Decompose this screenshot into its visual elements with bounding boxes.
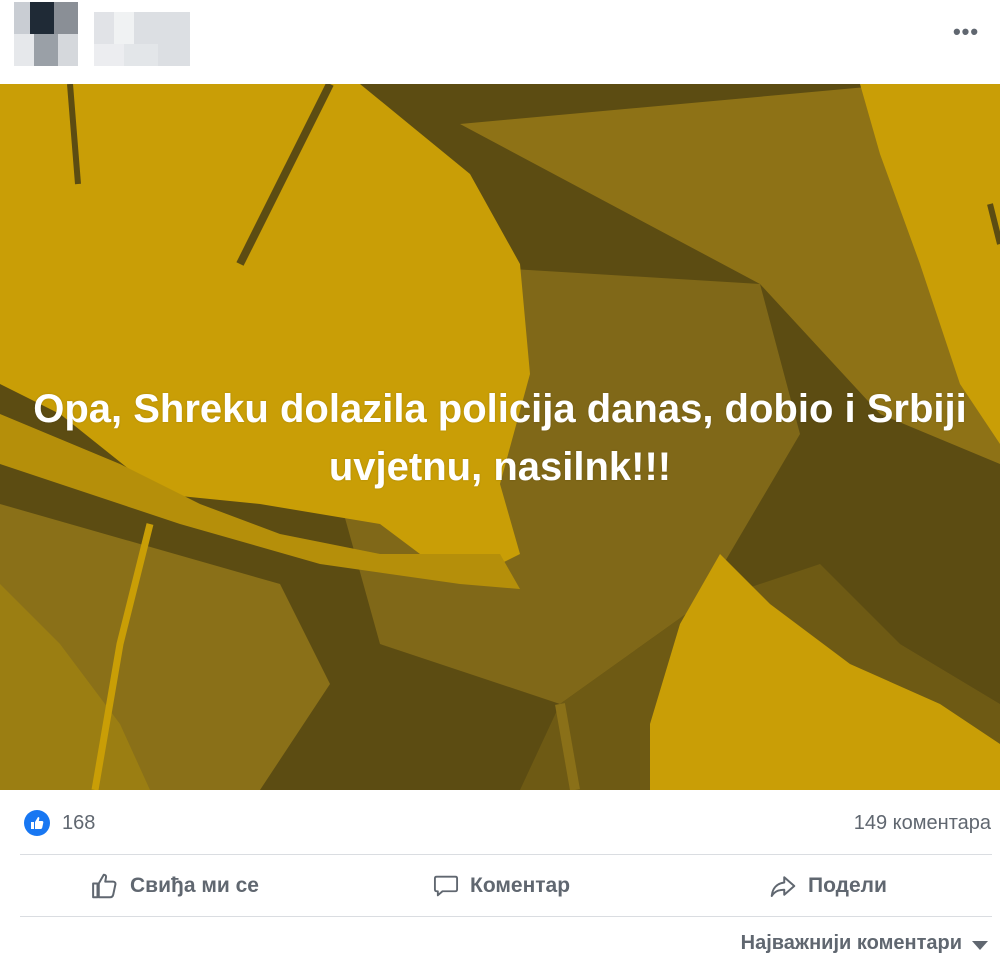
caret-down-icon <box>972 940 988 950</box>
share-arrow-icon <box>770 876 796 897</box>
share-button-label: Подели <box>808 874 887 897</box>
like-button[interactable]: Свиђа ми се <box>90 868 259 904</box>
divider <box>20 854 992 855</box>
post-text: Opa, Shreku dolazila policija danas, dob… <box>33 387 967 489</box>
comments-sort-dropdown[interactable]: Најважнији коментари <box>741 932 988 955</box>
author-avatar[interactable] <box>14 2 78 66</box>
thumbs-up-outline-icon <box>92 873 117 899</box>
comment-bubble-icon <box>433 875 459 897</box>
post-header: ••• <box>0 0 1000 84</box>
share-button[interactable]: Подели <box>768 868 887 904</box>
reactions-bar: 168 149 коментара <box>0 790 1000 854</box>
post-background-image[interactable]: Opa, Shreku dolazila policija danas, dob… <box>0 84 1000 790</box>
post-actions: Свиђа ми се Коментар Подели <box>0 856 1000 916</box>
like-button-label: Свиђа ми се <box>130 874 259 897</box>
comment-button-label: Коментар <box>470 874 571 897</box>
author-name-blurred[interactable] <box>94 12 190 66</box>
thumbs-up-icon[interactable] <box>24 810 50 836</box>
divider <box>20 916 992 917</box>
likes-count[interactable]: 168 <box>62 812 95 835</box>
more-options-button[interactable]: ••• <box>946 20 986 48</box>
comments-count[interactable]: 149 коментара <box>854 812 991 835</box>
comments-sort-label: Најважнији коментари <box>740 932 962 954</box>
comment-button[interactable]: Коментар <box>432 868 570 904</box>
